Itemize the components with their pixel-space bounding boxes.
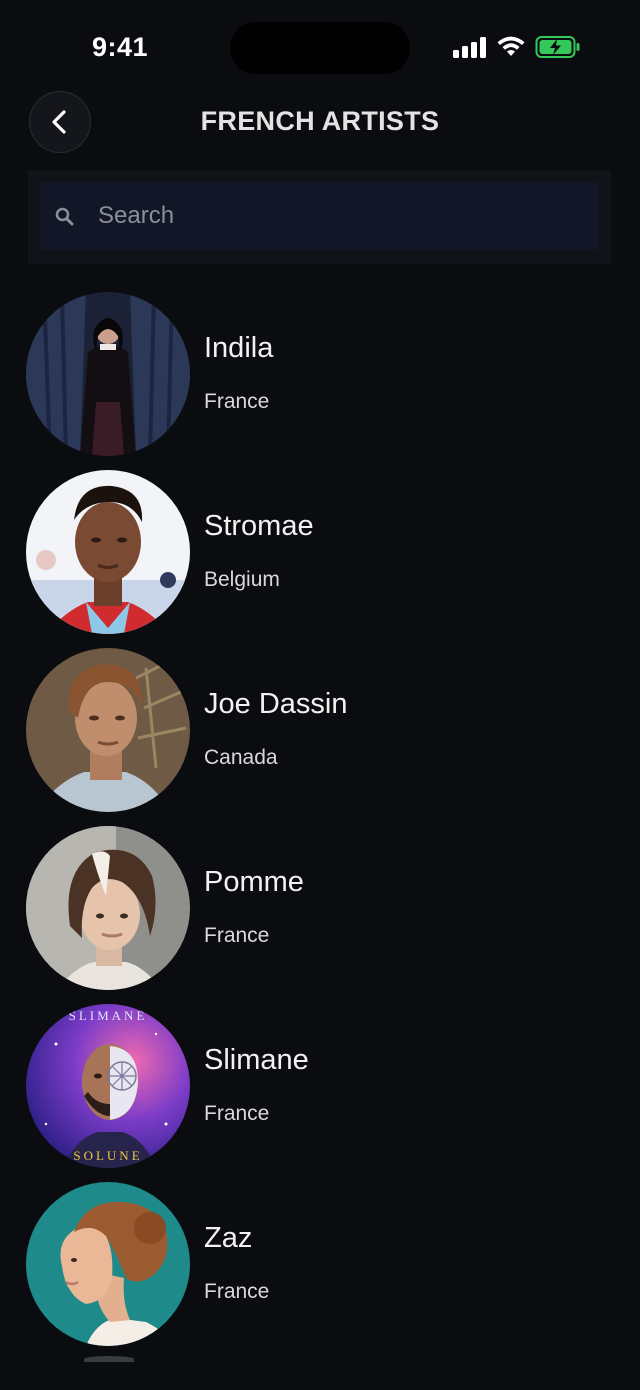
wifi-icon xyxy=(497,36,525,56)
artist-country: France xyxy=(204,390,270,413)
artist-country: Belgium xyxy=(204,568,280,591)
search-bar xyxy=(28,170,611,264)
artist-country: France xyxy=(204,1280,270,1303)
avatar xyxy=(26,648,190,812)
next-avatar-partial xyxy=(84,1356,134,1362)
status-time: 9:41 xyxy=(92,32,149,62)
avatar xyxy=(26,826,190,990)
artist-name: Pomme xyxy=(204,866,304,898)
artist-name: Zaz xyxy=(204,1222,253,1254)
album-subtitle-text: SOLUNE xyxy=(73,1148,142,1163)
list-item[interactable]: Joe Dassin Canada xyxy=(26,648,616,812)
list-item[interactable]: Stromae Belgium xyxy=(26,470,616,634)
artist-country: France xyxy=(204,924,270,947)
artist-country: Canada xyxy=(204,746,278,769)
status-bar: 9:41 xyxy=(0,0,640,90)
artist-country: France xyxy=(204,1102,270,1125)
artist-name: Stromae xyxy=(204,510,314,542)
page-title: FRENCH ARTISTS xyxy=(200,106,440,136)
list-item[interactable]: Pomme France xyxy=(26,826,616,990)
avatar xyxy=(26,1182,190,1346)
search-input[interactable] xyxy=(98,182,578,250)
search-field[interactable] xyxy=(40,182,599,250)
list-item[interactable]: SLIMANE SOLUNE Slimane France xyxy=(26,1004,616,1168)
artist-name: Indila xyxy=(204,332,274,364)
list-item[interactable]: Indila France xyxy=(26,292,616,456)
avatar xyxy=(26,470,190,634)
artist-name: Slimane xyxy=(204,1044,309,1076)
artist-name: Joe Dassin xyxy=(204,688,348,720)
cellular-signal-icon xyxy=(453,36,487,58)
avatar: SLIMANE SOLUNE xyxy=(26,1004,190,1168)
battery-charging-icon xyxy=(535,36,580,58)
avatar xyxy=(26,292,190,456)
search-icon xyxy=(55,207,74,226)
dynamic-island xyxy=(230,22,410,74)
list-item[interactable]: Zaz France xyxy=(26,1182,616,1346)
album-title-text: SLIMANE xyxy=(69,1008,148,1023)
